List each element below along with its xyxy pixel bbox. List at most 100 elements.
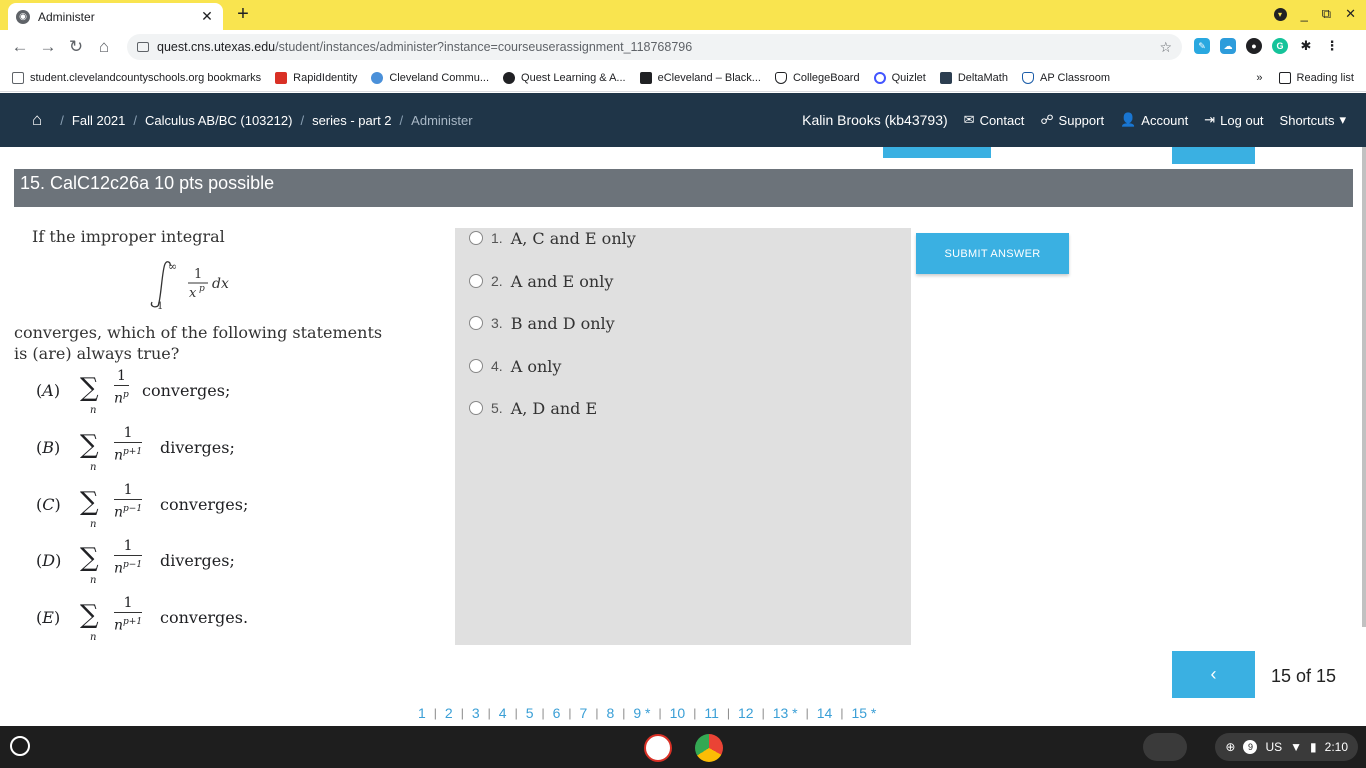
previous-question-button[interactable]: ‹: [1172, 651, 1255, 698]
answer-choices-panel: 1. A, C and E only 2. A and E only 3. B …: [455, 228, 911, 645]
status-tray[interactable]: ⊕ 9 US ▼ ▮ 2:10: [1215, 733, 1358, 761]
statement-c: (C) ∑ n 1 np−1 converges;: [36, 482, 249, 530]
radio-button[interactable]: [469, 359, 483, 373]
answer-option-5[interactable]: 5. A, D and E: [469, 397, 597, 419]
ap-classroom-icon: [1021, 71, 1034, 84]
page-link-1[interactable]: 1: [416, 705, 428, 721]
chat-icon: ☍: [1040, 112, 1054, 127]
bookmark-item[interactable]: student.clevelandcountyschools.org bookm…: [12, 71, 261, 84]
contact-link[interactable]: ✉ Contact: [964, 112, 1025, 128]
collegeboard-icon: [774, 71, 787, 84]
account-link[interactable]: 👤 Account: [1120, 112, 1188, 128]
bookmark-item[interactable]: RapidIdentity: [275, 71, 357, 84]
puzzle-icon[interactable]: ✱: [1298, 38, 1314, 54]
radio-button[interactable]: [469, 274, 483, 288]
radio-button[interactable]: [469, 231, 483, 245]
page-link-12[interactable]: 12: [736, 705, 756, 721]
incognito-icon[interactable]: ●: [1246, 38, 1262, 54]
reload-icon[interactable]: ↻: [62, 37, 90, 57]
wifi-icon: ▼: [1290, 740, 1303, 754]
svg-text:p: p: [199, 284, 205, 294]
svg-text:1: 1: [157, 301, 163, 310]
answer-option-3[interactable]: 3. B and D only: [469, 312, 615, 334]
shortcuts-dropdown[interactable]: Shortcuts ▾: [1280, 112, 1346, 128]
launcher-icon[interactable]: [10, 736, 30, 756]
sigma-icon: ∑: [80, 487, 99, 517]
browser-tab[interactable]: ◉ Administer ✕: [8, 3, 223, 30]
answer-option-4[interactable]: 4. A only: [469, 355, 561, 377]
bookmark-star-icon[interactable]: ☆: [1159, 39, 1172, 56]
user-menu: Kalin Brooks (kb43793) ✉ Contact ☍ Support…: [802, 93, 1346, 147]
caret-down-icon: ▾: [1339, 112, 1346, 127]
page-link-11[interactable]: 11: [702, 705, 721, 721]
site-info-icon[interactable]: [137, 42, 149, 52]
bookmark-item[interactable]: DeltaMath: [939, 71, 1008, 84]
crumb-current: Administer: [411, 112, 473, 128]
hidden-nav-button-behind-header: [1172, 147, 1255, 164]
bookmark-item[interactable]: Quizlet: [873, 71, 926, 84]
page-link-5[interactable]: 5: [524, 705, 536, 721]
page-link-10[interactable]: 10: [668, 705, 688, 721]
new-tab-button[interactable]: +: [232, 3, 254, 26]
address-bar[interactable]: quest.cns.utexas.edu/student/instances/a…: [127, 34, 1182, 60]
page-link-6[interactable]: 6: [551, 705, 563, 721]
crumb-course[interactable]: Calculus AB/BC (103212): [145, 113, 292, 128]
crumb-semester[interactable]: Fall 2021: [72, 113, 125, 128]
radio-button[interactable]: [469, 316, 483, 330]
page-link-7[interactable]: 7: [578, 705, 590, 721]
problem-intro: If the improper integral: [32, 227, 225, 246]
page-link-14[interactable]: 14: [815, 705, 835, 721]
answer-option-2[interactable]: 2. A and E only: [469, 270, 613, 292]
statement-e: (E) ∑ n 1 np+1 converges.: [36, 595, 249, 643]
home-icon[interactable]: ⌂: [32, 110, 42, 130]
chrome-app-icon[interactable]: [695, 734, 723, 762]
bookmark-item[interactable]: AP Classroom: [1021, 71, 1110, 84]
blackboard-icon: [639, 71, 652, 84]
bookmark-item[interactable]: Quest Learning & A...: [503, 71, 626, 84]
sigma-icon: ∑: [80, 600, 99, 630]
screenshot-tray-icon[interactable]: [1143, 733, 1187, 761]
close-tab-icon[interactable]: ✕: [199, 8, 215, 25]
page-link-2[interactable]: 2: [443, 705, 455, 721]
page-scrollbar[interactable]: [1362, 147, 1366, 627]
extension-icon[interactable]: ✎: [1194, 38, 1210, 54]
svg-text:dx: dx: [212, 276, 229, 292]
submit-answer-button[interactable]: SUBMIT ANSWER: [916, 233, 1069, 274]
improper-integral-formula: 1 ∞ 1 x p dx: [150, 260, 229, 310]
bookmarks-more-icon[interactable]: »: [1256, 72, 1262, 84]
page-link-8[interactable]: 8: [604, 705, 616, 721]
radio-button[interactable]: [469, 401, 483, 415]
grammarly-icon[interactable]: G: [1272, 38, 1288, 54]
support-link[interactable]: ☍ Support: [1040, 112, 1104, 128]
statement-a: (A) ∑ n 1 np converges;: [36, 368, 231, 416]
site-header: ⌂ / Fall 2021 / Calculus AB/BC (103212) …: [0, 93, 1366, 147]
notification-count: 9: [1243, 740, 1258, 754]
page-link-15[interactable]: 15 *: [849, 705, 878, 721]
nc-test-app-icon[interactable]: [644, 734, 672, 762]
bookmark-item[interactable]: Cleveland Commu...: [371, 71, 489, 84]
close-window-icon[interactable]: ✕: [1345, 6, 1356, 22]
reading-list-icon: [1278, 72, 1291, 84]
minimize-icon[interactable]: _: [1301, 7, 1308, 22]
forward-arrow-icon[interactable]: →: [34, 37, 62, 57]
svg-text:x: x: [189, 286, 197, 301]
page-link-9[interactable]: 9 *: [631, 705, 652, 721]
question-counter: 15 of 15: [1271, 666, 1337, 686]
quizlet-icon: [873, 71, 886, 84]
profile-dropdown-icon[interactable]: ▾: [1273, 7, 1287, 21]
bookmark-item[interactable]: CollegeBoard: [774, 71, 860, 84]
crumb-assignment[interactable]: series - part 2: [312, 113, 391, 128]
back-arrow-icon[interactable]: ←: [6, 37, 34, 57]
home-icon[interactable]: ⌂: [90, 37, 118, 57]
page-link-4[interactable]: 4: [497, 705, 509, 721]
page-link-13[interactable]: 13 *: [771, 705, 800, 721]
menu-dots-icon[interactable]: ⋮: [1324, 38, 1340, 54]
bookmark-item[interactable]: eCleveland – Black...: [639, 71, 761, 84]
answer-option-1[interactable]: 1. A, C and E only: [469, 227, 636, 249]
restore-icon[interactable]: ⧉: [1322, 6, 1331, 22]
logout-link[interactable]: ⇥ Log out: [1204, 112, 1263, 128]
url-text: quest.cns.utexas.edu/student/instances/a…: [157, 40, 693, 54]
page-link-3[interactable]: 3: [470, 705, 482, 721]
extension-icon[interactable]: ☁: [1220, 38, 1236, 54]
reading-list-button[interactable]: Reading list: [1278, 72, 1354, 84]
